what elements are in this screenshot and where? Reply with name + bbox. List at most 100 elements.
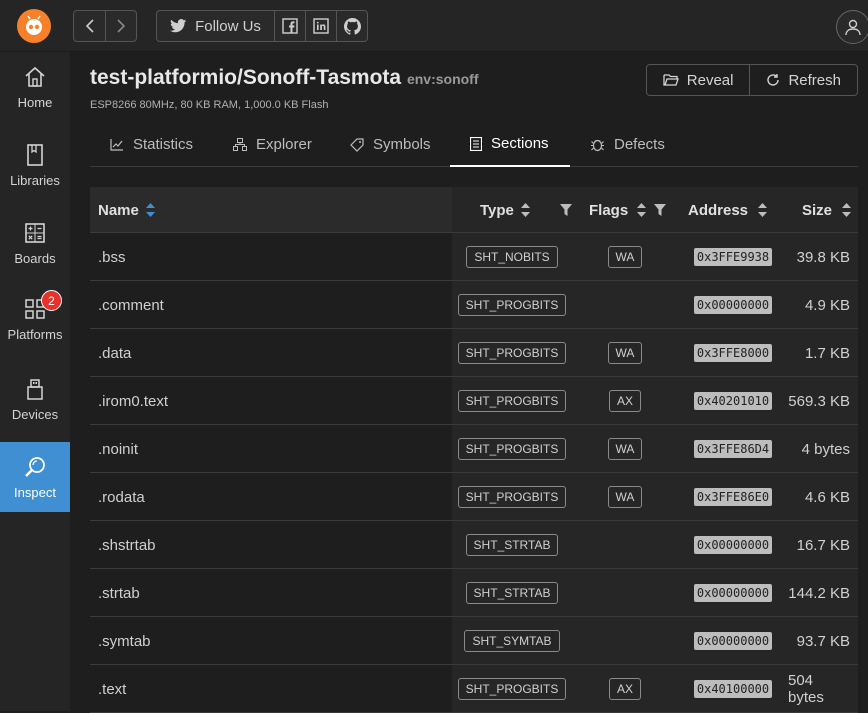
column-header-address[interactable]: Address: [688, 187, 768, 233]
size-text: 144.2 KB: [788, 584, 850, 602]
table-body: .bss SHT_NOBITS WA 0x3FFE9938 39.8 KB .commen…: [90, 233, 858, 713]
section-name-text: .text: [98, 680, 127, 698]
section-type: SHT_SYMTAB: [452, 617, 572, 665]
reveal-button[interactable]: Reveal: [647, 65, 750, 95]
section-name: .irom0.text: [98, 377, 168, 425]
table-row[interactable]: .rodata SHT_PROGBITS WA 0x3FFE86E0 4.6 KB: [90, 473, 858, 521]
github-button[interactable]: [336, 11, 367, 41]
env-label: env:sonoff: [406, 71, 479, 87]
section-address: 0x3FFE86E0: [678, 473, 788, 521]
header-actions: Reveal Refresh: [645, 64, 858, 96]
refresh-label: Refresh: [788, 71, 841, 89]
section-flags: AX: [572, 377, 678, 425]
tab-explorer[interactable]: Explorer: [233, 122, 312, 167]
size-text: 93.7 KB: [796, 632, 850, 650]
top-bar: Follow Us: [0, 0, 868, 52]
history-nav: [73, 10, 137, 42]
column-label: Size: [802, 201, 833, 219]
table-row[interactable]: .noinit SHT_PROGBITS WA 0x3FFE86D4 4 bytes: [90, 425, 858, 473]
table-row[interactable]: .text SHT_PROGBITS AX 0x40100000 504 bytes: [90, 665, 858, 713]
type-tag: SHT_STRTAB: [465, 582, 559, 604]
sections-table: Name Type Flags Address Size .bss SHT_NO…: [90, 187, 858, 713]
size-text: 504 bytes: [788, 672, 824, 706]
tab-sections[interactable]: Sections: [450, 122, 570, 167]
type-tag: SHT_PROGBITS: [457, 390, 567, 412]
section-type: SHT_PROGBITS: [452, 281, 572, 329]
sidebar-item-platforms[interactable]: Platforms 2: [0, 286, 70, 344]
flags-tag: AX: [608, 390, 641, 412]
usb-icon: [23, 377, 47, 401]
chevron-left-icon: [85, 19, 94, 33]
section-name: .shstrtab: [98, 521, 156, 569]
type-filter-icon[interactable]: [560, 204, 572, 216]
sidebar-item-label: Home: [17, 94, 53, 110]
sidebar-item-label: Boards: [14, 250, 56, 266]
table-row[interactable]: .comment SHT_PROGBITS 0x00000000 4.9 KB: [90, 281, 858, 329]
section-type: SHT_PROGBITS: [452, 329, 572, 377]
platformio-logo[interactable]: [17, 9, 51, 43]
table-row[interactable]: .symtab SHT_SYMTAB 0x00000000 93.7 KB: [90, 617, 858, 665]
type-tag: SHT_PROGBITS: [457, 438, 567, 460]
twitter-icon: [170, 19, 187, 33]
user-account-button[interactable]: [836, 10, 868, 44]
section-name: .rodata: [98, 473, 145, 521]
column-label: Flags: [589, 201, 629, 219]
section-size: 93.7 KB: [788, 617, 850, 665]
address-code: 0x00000000: [693, 584, 773, 602]
size-text: 4.9 KB: [804, 296, 850, 314]
section-address: 0x00000000: [678, 569, 788, 617]
size-text: 1.7 KB: [804, 344, 850, 362]
section-address: 0x3FFE86D4: [678, 425, 788, 473]
forward-button[interactable]: [105, 11, 136, 41]
section-size: 4.9 KB: [788, 281, 850, 329]
tab-symbols[interactable]: Symbols: [350, 122, 431, 167]
section-name-text: .irom0.text: [98, 392, 169, 410]
sidebar-item-devices[interactable]: Devices: [0, 364, 70, 434]
linkedin-button[interactable]: [305, 11, 336, 41]
column-header-size[interactable]: Size: [802, 187, 852, 233]
flags-filter-icon[interactable]: [654, 204, 666, 216]
section-address: 0x40100000: [678, 665, 788, 713]
column-header-type[interactable]: Type: [480, 187, 530, 233]
table-row[interactable]: .strtab SHT_STRTAB 0x00000000 144.2 KB: [90, 569, 858, 617]
sidebar-item-inspect[interactable]: Inspect: [0, 442, 70, 512]
tab-statistics[interactable]: Statistics: [110, 122, 193, 167]
sort-icon: [637, 203, 647, 217]
follow-us-button[interactable]: Follow Us: [157, 11, 274, 41]
address-code: 0x3FFE9938: [693, 248, 773, 266]
book-icon: [23, 143, 47, 167]
sidebar-item-label: Inspect: [14, 484, 56, 500]
section-address: 0x40201010: [678, 377, 788, 425]
table-row[interactable]: .irom0.text SHT_PROGBITS AX 0x40201010 569.3…: [90, 377, 858, 425]
reveal-label: Reveal: [686, 71, 734, 89]
facebook-button[interactable]: [274, 11, 305, 41]
notification-badge: 2: [41, 290, 62, 311]
section-flags: AX: [572, 665, 678, 713]
table-row[interactable]: .bss SHT_NOBITS WA 0x3FFE9938 39.8 KB: [90, 233, 858, 281]
refresh-button[interactable]: Refresh: [749, 65, 857, 95]
column-header-name[interactable]: Name: [98, 187, 155, 233]
address-code: 0x3FFE86D4: [693, 440, 773, 458]
back-button[interactable]: [74, 11, 105, 41]
section-size: 504 bytes: [788, 665, 850, 713]
size-text: 569.3 KB: [788, 392, 850, 410]
table-header: Name Type Flags Address Size: [90, 187, 858, 233]
sidebar-item-libraries[interactable]: Libraries: [0, 130, 70, 200]
sidebar-item-home[interactable]: Home: [0, 52, 70, 122]
section-name-text: .shstrtab: [98, 536, 156, 554]
tab-defects[interactable]: Defects: [590, 122, 665, 167]
sidebar-item-boards[interactable]: Boards: [0, 208, 70, 278]
address-code: 0x40201010: [693, 392, 773, 410]
column-header-flags[interactable]: Flags: [589, 187, 647, 233]
section-name: .bss: [98, 233, 126, 281]
section-address: 0x00000000: [678, 281, 788, 329]
sidebar-item-label: Devices: [11, 406, 59, 422]
table-row[interactable]: .data SHT_PROGBITS WA 0x3FFE8000 1.7 KB: [90, 329, 858, 377]
section-type: SHT_PROGBITS: [452, 473, 572, 521]
table-row[interactable]: .shstrtab SHT_STRTAB 0x00000000 16.7 KB: [90, 521, 858, 569]
tab-label: Sections: [491, 135, 549, 152]
folder-open-icon: [663, 74, 679, 86]
type-tag: SHT_PROGBITS: [457, 342, 567, 364]
section-flags: WA: [572, 425, 678, 473]
section-name-text: .symtab: [98, 632, 151, 650]
